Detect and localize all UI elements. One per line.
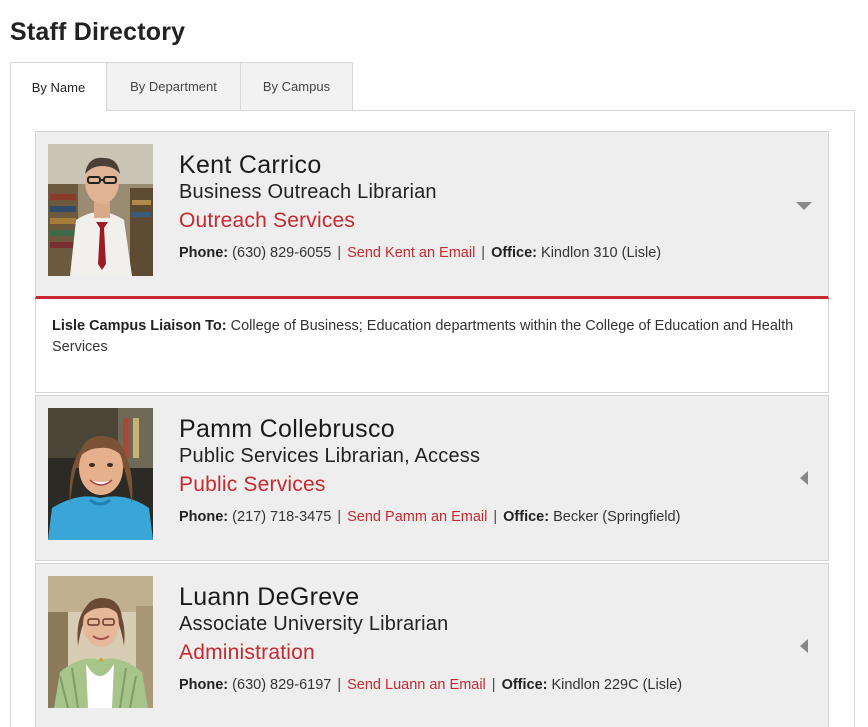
phone-value: (217) 718-3475 — [232, 509, 332, 525]
staff-department: Administration — [179, 641, 315, 664]
separator: | — [491, 677, 496, 693]
staff-contact: Phone: (630) 829-6055 | Send Kent an Email… — [179, 243, 788, 263]
staff-name: Kent Carrico — [179, 151, 322, 179]
phone-value: (630) 829-6197 — [232, 677, 332, 693]
caret-left-icon — [800, 639, 808, 653]
separator: | — [337, 509, 342, 525]
tab-by-campus[interactable]: By Campus — [240, 62, 353, 110]
email-link[interactable]: Send Pamm an Email — [347, 509, 487, 525]
staff-info: Luann DeGreve Associate University Libra… — [179, 582, 788, 695]
office-label: Office: — [491, 245, 537, 261]
office-value: Kindlon 310 (Lisle) — [541, 245, 662, 261]
staff-contact: Phone: (630) 829-6197 | Send Luann an Emai… — [179, 675, 788, 695]
separator: | — [337, 245, 342, 261]
staff-contact: Phone: (217) 718-3475 | Send Pamm an Email… — [179, 507, 788, 527]
staff-name: Luann DeGreve — [179, 583, 360, 611]
caret-left-icon — [800, 471, 808, 485]
staff-title: Public Services Librarian, Access — [179, 445, 481, 467]
staff-info: Kent Carrico Business Outreach Librarian… — [179, 150, 788, 263]
separator: | — [481, 245, 486, 261]
staff-department: Outreach Services — [179, 209, 356, 232]
email-link[interactable]: Send Kent an Email — [347, 245, 475, 261]
directory-tabs: By Name By Department By Campus — [10, 62, 353, 111]
staff-name: Pamm Collebrusco — [179, 415, 395, 443]
office-value: Becker (Springfield) — [553, 509, 681, 525]
expand-toggle[interactable] — [796, 470, 812, 486]
page-title: Staff Directory — [10, 18, 186, 46]
staff-title: Associate University Librarian — [179, 613, 449, 635]
liaison-label: Lisle Campus Liaison To: — [52, 318, 227, 334]
staff-photo — [48, 408, 153, 540]
phone-label: Phone: — [179, 509, 229, 525]
email-link[interactable]: Send Luann an Email — [347, 677, 486, 693]
staff-info: Pamm Collebrusco Public Services Librari… — [179, 414, 788, 527]
tab-by-department[interactable]: By Department — [106, 62, 241, 110]
phone-label: Phone: — [179, 245, 229, 261]
staff-title: Business Outreach Librarian — [179, 181, 437, 203]
office-label: Office: — [501, 677, 548, 693]
expand-toggle[interactable] — [796, 198, 812, 214]
staff-card-kent-carrico[interactable]: Kent Carrico Business Outreach Librarian… — [35, 131, 829, 299]
liaison-details: Lisle Campus Liaison To: College of Busi… — [35, 299, 829, 393]
expand-toggle[interactable] — [796, 638, 812, 654]
phone-label: Phone: — [179, 677, 229, 693]
office-value: Kindlon 229C (Lisle) — [551, 677, 683, 693]
office-label: Office: — [503, 509, 550, 525]
staff-card-luann-degreve[interactable]: Luann DeGreve Associate University Libra… — [35, 563, 829, 727]
phone-value: (630) 829-6055 — [232, 245, 332, 261]
separator: | — [337, 677, 342, 693]
staff-card-pamm-collebrusco[interactable]: Pamm Collebrusco Public Services Librari… — [35, 395, 829, 561]
tab-by-name[interactable]: By Name — [10, 62, 107, 111]
staff-photo — [48, 144, 153, 276]
staff-photo — [48, 576, 153, 708]
caret-down-icon — [796, 202, 812, 210]
staff-department: Public Services — [179, 473, 326, 496]
separator: | — [493, 509, 498, 525]
